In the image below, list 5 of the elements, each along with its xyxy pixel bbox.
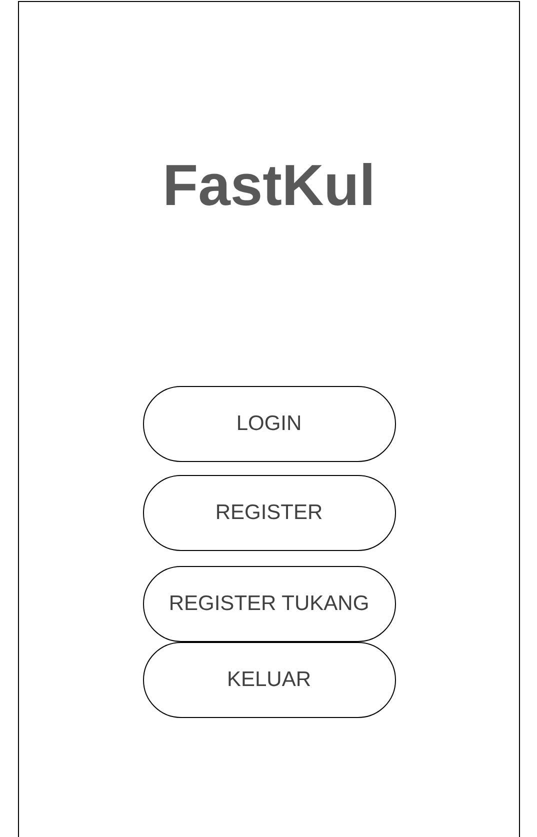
menu-button[interactable]: LOGIN [142,386,396,462]
app-title: FastKul [162,152,376,220]
menu-button[interactable]: REGISTER TUKANG [142,566,396,642]
menu-button[interactable]: KELUAR [142,642,396,718]
menu-button[interactable]: REGISTER [142,475,396,551]
